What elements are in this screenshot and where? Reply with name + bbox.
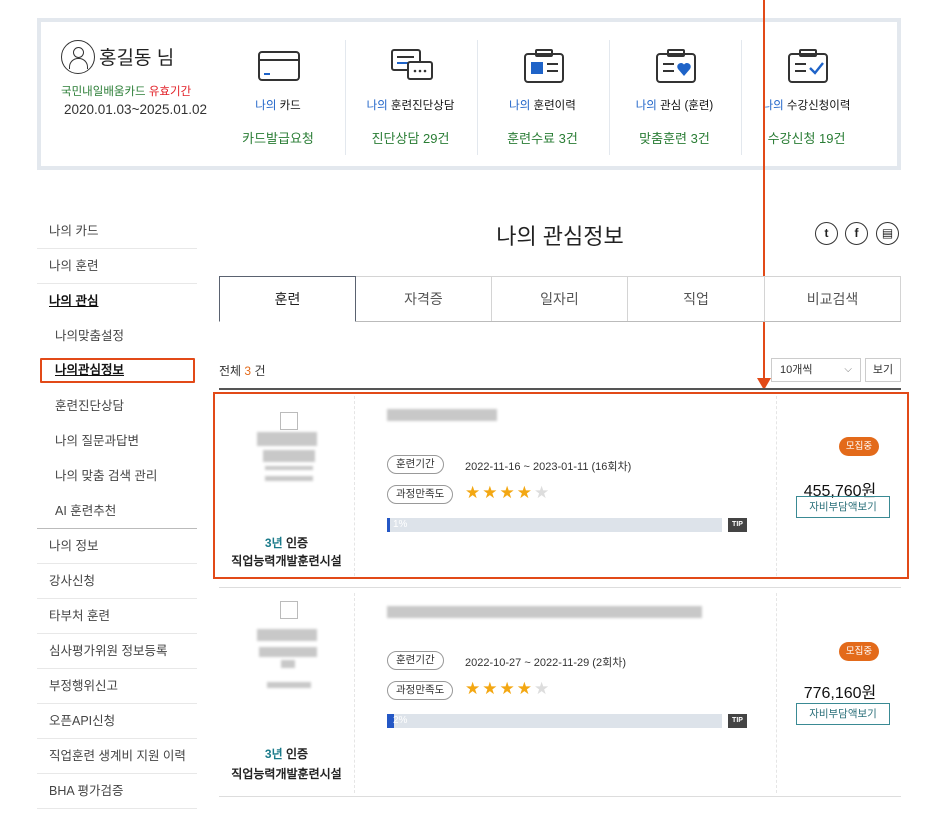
sidebar-item-my-card[interactable]: 나의 카드 [37,214,197,249]
summary-panel: 홍길동 님 국민내일배움카드 유효기간 2020.01.03~2025.01.0… [37,18,901,170]
sidebar-item-my-info[interactable]: 나의 정보 [37,529,197,564]
star-icon: ★ [482,679,500,698]
list-top-rule [219,388,901,390]
sidebar-item-reviewer[interactable]: 심사평가위원 정보등록 [37,634,197,669]
summary-enroll[interactable]: 나의 수강신청이력 수강신청 19건 [741,40,871,155]
summary-prefix: 나의 [762,100,784,112]
summary-history[interactable]: 나의 훈련이력 훈련수료 3건 [477,40,607,155]
user-name: 홍길동 님 [99,48,175,69]
summary-label: 훈련진단상담 [387,100,455,112]
total-count: 전체 3 건 [219,362,265,379]
rating-stars: ★★★★★ [465,679,551,699]
blurred-logo [257,629,317,641]
cert-years: 3년 인증 [264,747,309,761]
view-button[interactable]: 보기 [865,358,901,382]
sidebar-item-bha[interactable]: BHA 평가검증 [37,774,197,809]
sidebar-item-instructor[interactable]: 강사신청 [37,564,197,599]
consult-chat-icon [391,49,433,80]
training-period: 2022-10-27 ~ 2022-11-29 (2회차) [465,657,626,669]
sidebar-item-search-manage[interactable]: 나의 맞춤 검색 관리 [37,459,197,494]
blurred-course-title[interactable] [387,606,702,618]
facebook-icon[interactable]: f [845,222,868,245]
summary-my-card[interactable]: 나의 카드 카드발급요청 [213,40,343,155]
item-thumb-column: 3년 인증 직업능력개발훈련시설 [219,593,355,793]
sidebar-item-diagnosis[interactable]: 훈련진단상담 [37,389,197,424]
tab-certificate[interactable]: 자격증 [356,276,492,321]
summary-consult[interactable]: 나의 훈련진단상담 진단상담 29건 [345,40,475,155]
print-icon[interactable]: ▤ [876,222,899,245]
sidebar-item-other-ministry[interactable]: 타부처 훈련 [37,599,197,634]
period-label: 훈련기간 [387,651,444,670]
enroll-count-link[interactable]: 수강신청 19건 [742,128,871,147]
star-icon: ★ [465,679,483,698]
card-validity-highlight: 유효기간 [148,86,192,98]
sidebar-item-interest-info[interactable]: 나의관심정보 [40,358,195,383]
status-badge: 모집중 [839,642,879,661]
sidebar-item-qna[interactable]: 나의 질문과답변 [37,424,197,459]
star-icon: ★ [499,679,517,698]
card-request-link[interactable]: 카드발급요청 [213,128,343,147]
item-checkbox[interactable] [280,601,298,619]
twitter-icon[interactable]: t [815,222,838,245]
training-history-icon [524,49,564,83]
sidebar-item-my-training[interactable]: 나의 훈련 [37,249,197,284]
satisfaction-label: 과정만족도 [387,681,454,700]
item-divider [219,796,901,797]
blurred-logo [267,682,311,688]
facility-type: 직업능력개발훈련시설 [231,767,342,781]
sidebar-item-living-cost[interactable]: 직업훈련 생계비 지원 이력 [37,739,197,774]
annotation-line [763,0,765,382]
per-page-value: 10개씩 [780,364,813,376]
tab-jobs[interactable]: 일자리 [492,276,628,321]
blurred-logo [281,660,295,668]
summary-label: 훈련이력 [530,100,576,112]
total-prefix: 전체 [219,364,245,378]
summary-interest[interactable]: 나의 관심 (훈련) 맞춤훈련 3건 [609,40,739,155]
total-suffix: 건 [251,364,266,378]
sidebar-item-report[interactable]: 부정행위신고 [37,669,197,704]
summary-label: 카드 [276,100,301,112]
consult-count-link[interactable]: 진단상담 29건 [346,128,475,147]
sidebar-item-open-api[interactable]: 오픈API신청 [37,704,197,739]
card-validity-label: 국민내일배움카드 유효기간 [61,83,191,99]
cost-button[interactable]: 자비부담액보기 [796,703,890,725]
interest-count-link[interactable]: 맞춤훈련 3건 [610,128,739,147]
selected-item-highlight [213,392,909,579]
tab-occupation[interactable]: 직업 [628,276,765,321]
summary-label: 관심 (훈련) [656,100,714,112]
tab-compare[interactable]: 비교검색 [765,276,901,321]
card-validity-dates: 2020.01.03~2025.01.02 [64,102,208,117]
card-icon [258,51,300,81]
sidebar-item-my-interest[interactable]: 나의 관심 [37,284,197,319]
history-count-link[interactable]: 훈련수료 3건 [478,128,607,147]
check-clipboard-icon [788,49,828,83]
tip-badge[interactable]: TIP [728,714,747,728]
page-title: 나의 관심정보 [496,224,624,249]
list-item: 3년 인증 직업능력개발훈련시설 훈련기간 2022-10-27 ~ 2022-… [219,593,901,793]
item-divider [219,587,901,588]
tab-bar: 훈련 자격증 일자리 직업 비교검색 [219,276,901,322]
progress-text: 2% [393,715,408,726]
avatar-icon [61,40,95,74]
per-page-select[interactable]: 10개씩 ⌵ [771,358,861,382]
star-icon: ★ [534,679,552,698]
card-name: 국민내일배움카드 [61,86,146,98]
summary-prefix: 나의 [509,100,531,112]
summary-prefix: 나의 [366,100,388,112]
star-icon: ★ [516,679,534,698]
summary-prefix: 나의 [255,100,277,112]
summary-label: 수강신청이력 [783,100,851,112]
summary-prefix: 나의 [635,100,657,112]
tab-training[interactable]: 훈련 [219,276,356,322]
heart-clipboard-icon [656,49,696,83]
blurred-logo [259,647,317,657]
progress-bar: 2% [387,714,722,728]
sidebar-item-ai-recommend[interactable]: AI 훈련추천 [37,494,197,529]
chevron-down-icon: ⌵ [844,364,852,375]
sidebar-item-custom-settings[interactable]: 나의맞춤설정 [37,319,197,354]
course-price: 776,160원 [803,685,877,702]
